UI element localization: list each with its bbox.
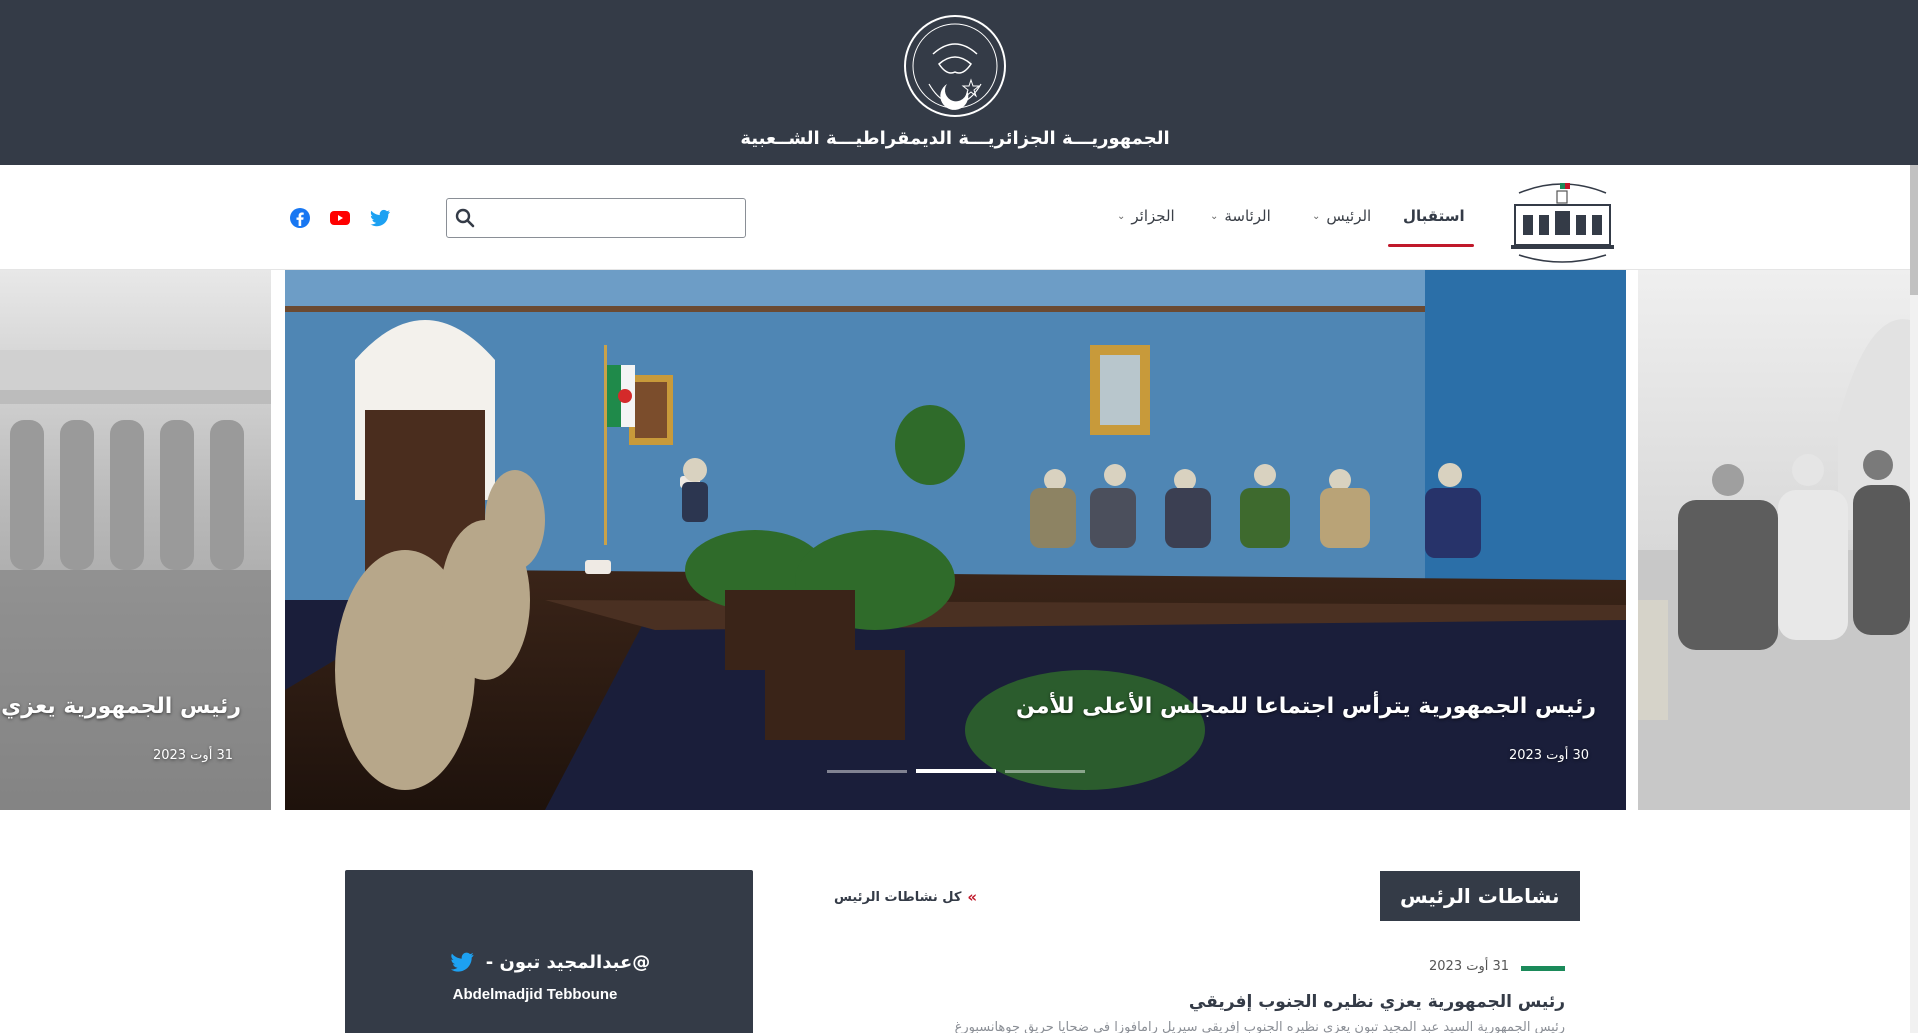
slide-next[interactable] <box>1638 270 1910 810</box>
youtube-icon[interactable] <box>328 206 352 230</box>
facebook-icon[interactable] <box>288 206 312 230</box>
slide-previous[interactable]: رئيس الجمهورية يعزي نظيره 31 أوت 2023 <box>0 270 271 810</box>
page-scrollbar-thumb[interactable] <box>1910 165 1918 295</box>
slide-current-date: 30 أوت 2023 <box>1508 748 1589 763</box>
twitter-card-handle-row[interactable]: @عبدالمجيد تبون - <box>345 948 753 976</box>
twitter-card: @عبدالمجيد تبون - Abdelmadjid Tebboune <box>345 870 753 1033</box>
activities-heading: نشاطات الرئيس <box>1380 871 1580 921</box>
slider-dot-1[interactable] <box>1005 770 1085 773</box>
news-slider[interactable]: رئيس الجمهورية يعزي نظيره 31 أوت 2023 <box>0 270 1910 810</box>
activity-excerpt: رئيس الجمهورية السيد عبد المجيد تبون يعز… <box>954 1020 1565 1033</box>
all-activities-link[interactable]: » كل نشاطات الرئيس <box>834 888 977 906</box>
slide-current-image <box>285 270 1626 810</box>
search-input[interactable] <box>453 200 703 236</box>
twitter-card-name: Abdelmadjid Tebboune <box>452 986 618 1003</box>
twitter-handle: @عبدالمجيد تبون - <box>485 951 651 973</box>
chevron-down-icon: ⌄ <box>1312 210 1321 222</box>
nav-algeria[interactable]: الجزائر ⌄ <box>1117 207 1175 225</box>
slider-dot-2[interactable] <box>916 769 996 773</box>
state-emblem-icon <box>904 15 1006 117</box>
activity-date: 31 أوت 2023 <box>1429 959 1510 974</box>
page-scrollbar[interactable] <box>1910 165 1918 1033</box>
slider-dot-3[interactable] <box>827 770 907 773</box>
republic-title: الجمهوريـــة الجزائريـــة الديمقراطيـــة… <box>740 128 1170 149</box>
slide-previous-image <box>0 350 271 810</box>
twitter-icon[interactable] <box>368 206 392 230</box>
top-banner: الجمهوريـــة الجزائريـــة الديمقراطيـــة… <box>0 0 1918 165</box>
nav-president-label: الرئيس <box>1326 207 1372 225</box>
nav-presidency-label: الرئاسة <box>1224 207 1271 225</box>
chevron-down-icon: ⌄ <box>1117 210 1126 222</box>
slide-current[interactable]: رئيس الجمهورية يترأس اجتماعا للمجلس الأع… <box>285 270 1626 810</box>
all-activities-label: كل نشاطات الرئيس <box>834 889 962 905</box>
activity-title[interactable]: رئيس الجمهورية يعزي نظيره الجنوب إفريقي <box>1189 992 1565 1012</box>
chevron-down-icon: ⌄ <box>1210 210 1219 222</box>
nav-presidency[interactable]: الرئاسة ⌄ <box>1210 207 1271 225</box>
activity-accent-bar <box>1521 966 1565 971</box>
slide-previous-title: رئيس الجمهورية يعزي نظيره <box>0 694 241 719</box>
twitter-icon <box>450 952 474 972</box>
slide-previous-date: 31 أوت 2023 <box>152 748 233 763</box>
double-chevron-icon: » <box>967 888 978 906</box>
main-navbar: استقبال الرئيس ⌄ الرئاسة ⌄ الجزائر ⌄ <box>0 165 1910 270</box>
nav-algeria-label: الجزائر <box>1131 207 1175 225</box>
search-box <box>446 198 746 238</box>
nav-home-label: استقبال <box>1403 207 1465 225</box>
slide-next-image <box>1638 319 1910 810</box>
nav-active-underline <box>1388 244 1474 247</box>
presidency-logo[interactable] <box>1505 175 1620 267</box>
nav-home[interactable]: استقبال <box>1403 207 1465 225</box>
slide-current-title[interactable]: رئيس الجمهورية يترأس اجتماعا للمجلس الأع… <box>1016 694 1596 719</box>
nav-president[interactable]: الرئيس ⌄ <box>1312 207 1371 225</box>
search-icon[interactable] <box>455 208 475 228</box>
